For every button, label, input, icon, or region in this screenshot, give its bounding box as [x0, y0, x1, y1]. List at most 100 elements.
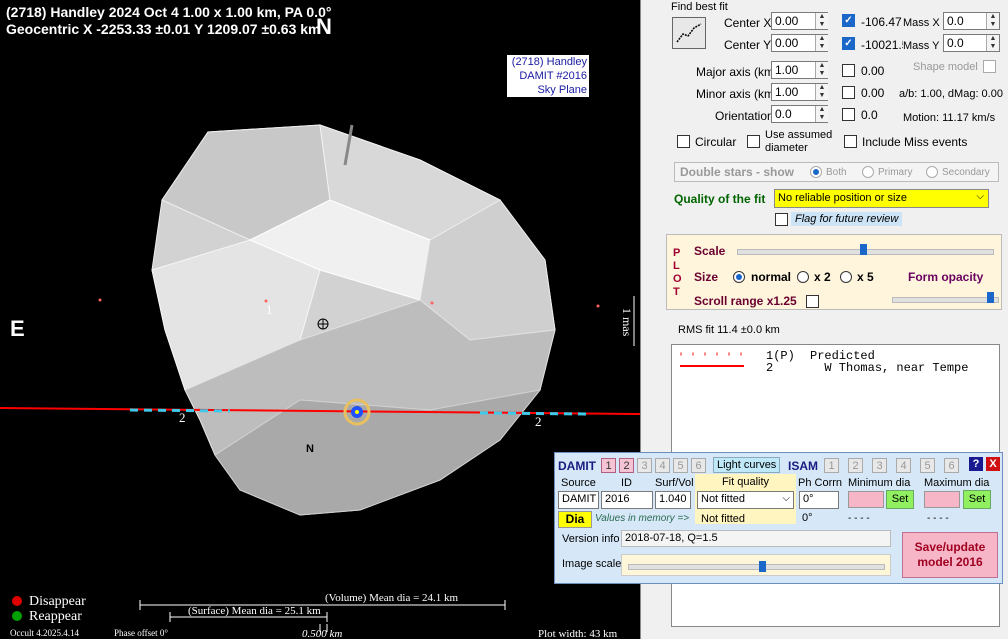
version-label: Occult 4.2025.4.14 — [10, 628, 79, 638]
center-x-fit-checkbox[interactable]: ✓ — [842, 14, 855, 27]
close-button[interactable]: X — [986, 457, 1000, 471]
quality-label: Quality of the fit — [674, 192, 766, 206]
shape-model-checkbox[interactable] — [983, 60, 996, 73]
scroll-range-label: Scroll range x1.25 — [694, 294, 797, 308]
surfvol-field[interactable]: 1.040 — [655, 491, 691, 509]
help-button[interactable]: ? — [969, 457, 983, 471]
isam-tab-3[interactable]: 3 — [872, 458, 887, 473]
find-best-fit-label: Find best fit — [671, 1, 728, 13]
damit-tab-1[interactable]: 1 — [601, 458, 616, 473]
both-radio[interactable] — [810, 166, 822, 178]
primary-radio[interactable] — [862, 166, 874, 178]
major-fit-checkbox[interactable] — [842, 64, 855, 77]
center-x-spin[interactable]: ▲ ▼ — [815, 13, 828, 29]
volume-dia: (Volume) Mean dia = 24.1 km — [325, 592, 459, 604]
use-assumed-label: Use assumed diameter — [765, 129, 833, 154]
use-assumed-checkbox[interactable] — [747, 135, 760, 148]
mass-x-spin[interactable]: ▲ ▼ — [986, 13, 999, 29]
disappear-dot — [12, 596, 22, 606]
major-axis-spin[interactable]: ▲ ▼ — [815, 62, 828, 78]
chevron-down-icon: ⌵ — [976, 191, 984, 202]
damit-tab-2[interactable]: 2 — [619, 458, 634, 473]
circular-label: Circular — [695, 135, 737, 149]
center-y-label: Center Y — [724, 38, 772, 52]
center-x-label: Center X — [724, 16, 772, 30]
info-plane: Sky Plane — [537, 84, 587, 96]
plot-area[interactable]: (2718) Handley 2024 Oct 4 1.00 x 1.00 km… — [0, 0, 640, 639]
circular-checkbox[interactable] — [677, 135, 690, 148]
col-ph-corrn: Ph Corrn — [798, 477, 843, 489]
isam-tab-6[interactable]: 6 — [944, 458, 959, 473]
scale-mas-label: 1 mas — [620, 308, 634, 337]
save-update-button[interactable]: Save/update model 2016 — [902, 532, 998, 578]
image-scale-thumb[interactable] — [759, 561, 766, 572]
max-dia-field[interactable] — [924, 491, 960, 508]
form-opacity-thumb[interactable] — [987, 292, 994, 303]
double-stars-label: Double stars - show — [680, 165, 795, 179]
quality-value: No reliable position or size — [778, 192, 908, 204]
info-damit: DAMIT #2016 — [519, 70, 587, 82]
orientation-fit-checkbox[interactable] — [842, 108, 855, 121]
chord-label-2a: 2 — [179, 410, 186, 425]
fit-quality-value: Not fitted — [701, 493, 746, 505]
image-scale-slider[interactable] — [621, 554, 891, 576]
secondary-radio[interactable] — [926, 166, 938, 178]
orientation-spin[interactable]: ▲ ▼ — [815, 106, 828, 122]
col-fit-quality: Fit quality — [695, 474, 796, 490]
minor-axis-spin[interactable]: ▲ ▼ — [815, 84, 828, 100]
find-best-fit-button[interactable] — [672, 17, 706, 49]
min-dia-set-button[interactable]: Set — [886, 490, 914, 509]
col-id: ID — [621, 477, 632, 489]
size-label: Size — [694, 270, 719, 284]
id-field[interactable]: 2016 — [601, 491, 653, 509]
size-x5-label: x 5 — [857, 270, 874, 284]
min-dia-field[interactable] — [848, 491, 884, 508]
fit-chart-icon — [676, 23, 702, 43]
major-axis-label: Major axis (km) — [696, 65, 779, 79]
mass-y-spin[interactable]: ▲ ▼ — [986, 35, 999, 51]
isam-tab-5[interactable]: 5 — [920, 458, 935, 473]
include-miss-checkbox[interactable] — [844, 135, 857, 148]
size-normal-radio[interactable] — [733, 271, 745, 283]
version-info-field[interactable]: 2018-07-18, Q=1.5 — [621, 530, 891, 547]
source-field[interactable]: DAMIT — [558, 491, 599, 509]
max-dia-set-button[interactable]: Set — [963, 490, 991, 509]
damit-tab-5[interactable]: 5 — [673, 458, 688, 473]
ph-corrn-field[interactable]: 0° — [799, 491, 839, 509]
scale-slider-thumb[interactable] — [860, 244, 867, 255]
fit-quality-memory: Not fitted — [701, 513, 746, 525]
minor-fit-checkbox[interactable] — [842, 86, 855, 99]
size-x5-radio[interactable] — [840, 271, 852, 283]
size-x2-radio[interactable] — [797, 271, 809, 283]
flag-review-checkbox[interactable] — [775, 213, 788, 226]
isam-tab-2[interactable]: 2 — [848, 458, 863, 473]
fit-quality-select[interactable]: Not fitted ⌵ — [697, 491, 794, 509]
values-in-memory: Values in memory => — [595, 513, 690, 524]
east-label: E — [10, 316, 25, 341]
isam-tab-1[interactable]: 1 — [824, 458, 839, 473]
max-dia-memory: - - - - — [927, 513, 949, 524]
orientation-label: Orientation — [715, 109, 774, 123]
damit-tab-3[interactable]: 3 — [637, 458, 652, 473]
image-scale-track — [628, 564, 885, 570]
observer-name: W Thomas, near Tempe — [824, 361, 969, 375]
form-opacity-slider[interactable] — [892, 297, 999, 303]
center-y-spin[interactable]: ▲ ▼ — [815, 35, 828, 51]
light-curves-button[interactable]: Light curves — [713, 457, 781, 473]
mass-x-label: Mass X — [903, 17, 940, 29]
damit-tab-6[interactable]: 6 — [691, 458, 706, 473]
damit-tab-4[interactable]: 4 — [655, 458, 670, 473]
scroll-range-checkbox[interactable] — [806, 295, 819, 308]
size-x2-label: x 2 — [814, 270, 831, 284]
plot-letters: PLOT — [673, 247, 682, 298]
motion: Motion: 11.17 km/s — [903, 112, 996, 124]
surface-dia: (Surface) Mean dia = 25.1 km — [188, 605, 321, 617]
damit-title: DAMIT — [558, 459, 596, 473]
legend-disappear: Disappear — [29, 594, 86, 609]
center-y-fit-checkbox[interactable]: ✓ — [842, 37, 855, 50]
center-x-fit: -106.47 — [861, 15, 902, 29]
quality-select[interactable]: No reliable position or size ⌵ — [774, 189, 989, 208]
isam-tab-4[interactable]: 4 — [896, 458, 911, 473]
col-surfvol: Surf/Vol — [655, 477, 694, 489]
dia-button[interactable]: Dia — [558, 511, 592, 528]
